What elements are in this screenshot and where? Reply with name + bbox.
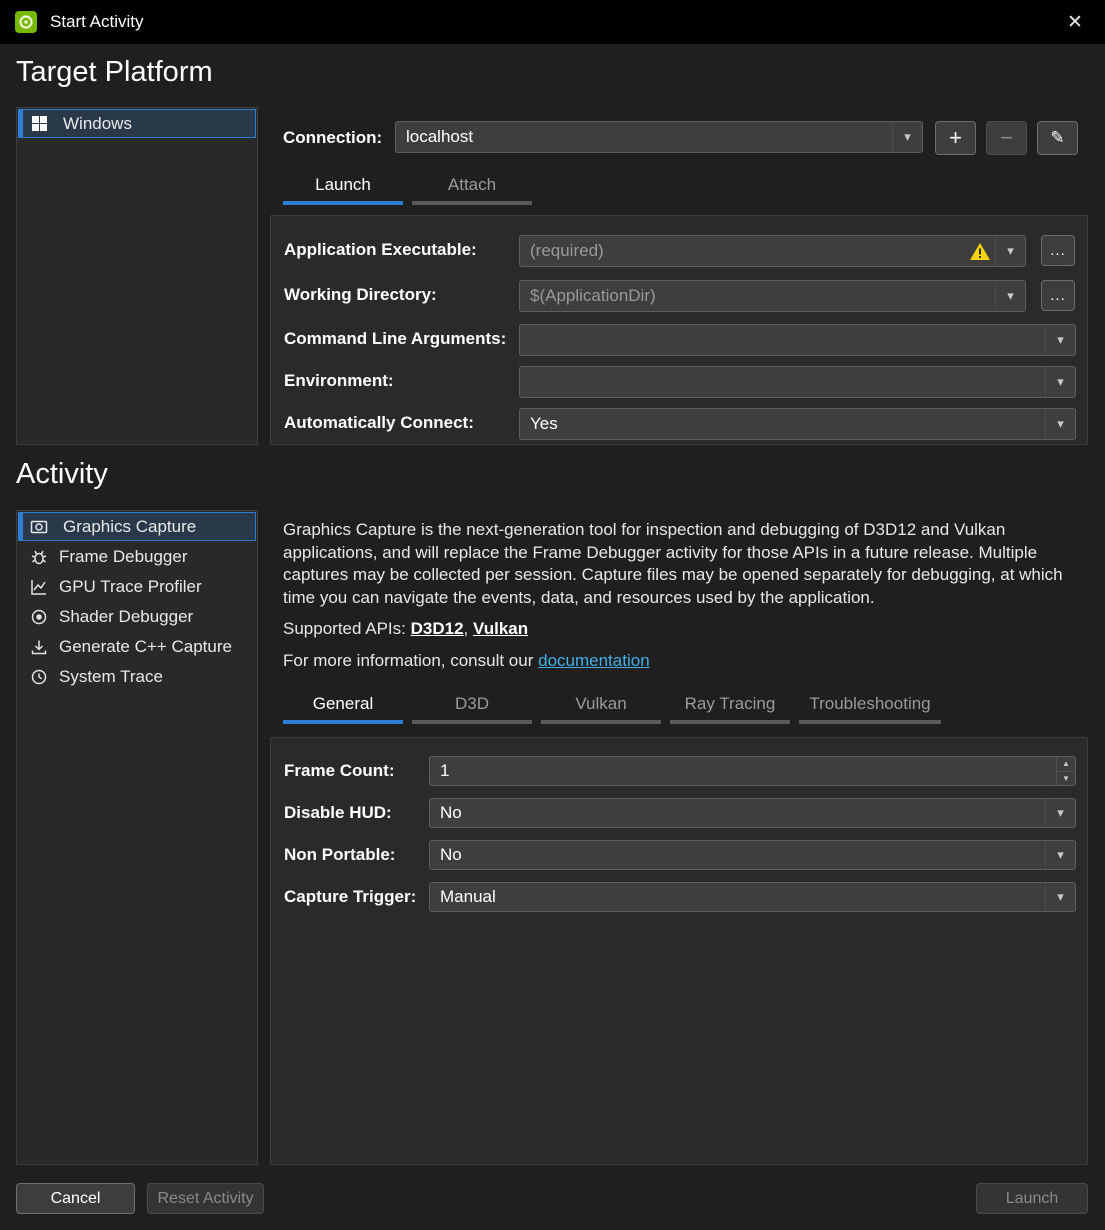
command-line-arguments-label: Command Line Arguments: bbox=[284, 329, 506, 349]
clock-icon bbox=[29, 667, 49, 687]
working-directory-label: Working Directory: bbox=[284, 285, 437, 305]
chevron-down-icon[interactable]: ▾ bbox=[1045, 799, 1075, 827]
tab-general[interactable]: General bbox=[283, 691, 403, 724]
target-icon bbox=[29, 607, 49, 627]
chevron-down-icon[interactable]: ▾ bbox=[1045, 409, 1075, 439]
frame-count-label: Frame Count: bbox=[284, 761, 395, 781]
activity-item-shader-debugger[interactable]: Shader Debugger bbox=[18, 602, 256, 631]
non-portable-label: Non Portable: bbox=[284, 845, 395, 865]
windows-icon bbox=[29, 114, 49, 134]
application-executable-input[interactable]: (required) ▾ bbox=[519, 235, 1026, 267]
automatically-connect-dropdown[interactable]: Yes ▾ bbox=[519, 408, 1076, 440]
vulkan-link[interactable]: Vulkan bbox=[473, 619, 528, 638]
activity-description: Graphics Capture is the next-generation … bbox=[283, 519, 1079, 672]
launch-settings-panel: Application Executable: (required) ▾ ...… bbox=[270, 215, 1088, 445]
close-icon[interactable]: ✕ bbox=[1059, 6, 1091, 38]
tab-vulkan[interactable]: Vulkan bbox=[541, 691, 661, 724]
activity-settings-tabs: General D3D Vulkan Ray Tracing Troublesh… bbox=[283, 691, 941, 724]
capture-trigger-dropdown[interactable]: Manual ▾ bbox=[429, 882, 1076, 912]
supported-apis-line: Supported APIs: D3D12, Vulkan bbox=[283, 618, 1079, 641]
application-executable-label: Application Executable: bbox=[284, 240, 477, 260]
activity-item-frame-debugger[interactable]: Frame Debugger bbox=[18, 542, 256, 571]
window-title: Start Activity bbox=[50, 12, 144, 32]
titlebar: Start Activity ✕ bbox=[0, 0, 1105, 44]
connection-label: Connection: bbox=[283, 128, 382, 148]
working-directory-input[interactable]: $(ApplicationDir) ▾ bbox=[519, 280, 1026, 312]
activity-heading: Activity bbox=[16, 458, 108, 491]
connection-value: localhost bbox=[396, 127, 892, 147]
browse-executable-button[interactable]: ... bbox=[1041, 235, 1075, 266]
remove-connection-button[interactable]: − bbox=[986, 121, 1027, 155]
activity-item-graphics-capture[interactable]: Graphics Capture bbox=[18, 512, 256, 541]
chevron-down-icon[interactable]: ▾ bbox=[1045, 367, 1075, 397]
warning-icon bbox=[969, 242, 991, 261]
platform-label: Windows bbox=[63, 114, 132, 134]
tab-d3d[interactable]: D3D bbox=[412, 691, 532, 724]
documentation-link[interactable]: documentation bbox=[538, 651, 650, 670]
chevron-down-icon[interactable]: ▾ bbox=[1045, 883, 1075, 911]
environment-label: Environment: bbox=[284, 371, 394, 391]
tab-launch[interactable]: Launch bbox=[283, 172, 403, 205]
connection-dropdown[interactable]: localhost ▾ bbox=[395, 121, 923, 153]
platform-item-windows[interactable]: Windows bbox=[18, 109, 256, 138]
connection-mode-tabs: Launch Attach bbox=[283, 172, 532, 205]
browse-working-directory-button[interactable]: ... bbox=[1041, 280, 1075, 311]
capture-icon bbox=[29, 517, 49, 537]
chart-icon bbox=[29, 577, 49, 597]
chevron-down-icon[interactable]: ▾ bbox=[1045, 325, 1075, 355]
non-portable-dropdown[interactable]: No ▾ bbox=[429, 840, 1076, 870]
nvidia-logo-icon bbox=[14, 10, 38, 34]
activity-list: Graphics Capture Frame Debugger GPU Trac… bbox=[16, 510, 258, 1165]
target-platform-heading: Target Platform bbox=[16, 56, 213, 89]
launch-button[interactable]: Launch bbox=[976, 1183, 1088, 1214]
more-info-line: For more information, consult our docume… bbox=[283, 650, 1079, 673]
bug-icon bbox=[29, 547, 49, 567]
tab-troubleshooting[interactable]: Troubleshooting bbox=[799, 691, 941, 724]
environment-input[interactable]: ▾ bbox=[519, 366, 1076, 398]
activity-item-generate-cpp-capture[interactable]: Generate C++ Capture bbox=[18, 632, 256, 661]
disable-hud-dropdown[interactable]: No ▾ bbox=[429, 798, 1076, 828]
spin-down-icon[interactable]: ▼ bbox=[1057, 772, 1075, 786]
chevron-down-icon[interactable]: ▾ bbox=[892, 122, 922, 152]
chevron-down-icon[interactable]: ▾ bbox=[995, 236, 1025, 266]
automatically-connect-label: Automatically Connect: bbox=[284, 413, 474, 433]
description-paragraph: Graphics Capture is the next-generation … bbox=[283, 519, 1079, 609]
download-icon bbox=[29, 637, 49, 657]
activity-item-gpu-trace-profiler[interactable]: GPU Trace Profiler bbox=[18, 572, 256, 601]
tab-ray-tracing[interactable]: Ray Tracing bbox=[670, 691, 790, 724]
d3d12-link[interactable]: D3D12 bbox=[411, 619, 464, 638]
disable-hud-label: Disable HUD: bbox=[284, 803, 392, 823]
frame-count-stepper[interactable]: 1 ▲ ▼ bbox=[429, 756, 1076, 786]
activity-item-system-trace[interactable]: System Trace bbox=[18, 662, 256, 691]
command-line-arguments-input[interactable]: ▾ bbox=[519, 324, 1076, 356]
capture-trigger-label: Capture Trigger: bbox=[284, 887, 416, 907]
edit-connection-button[interactable]: ✎ bbox=[1037, 121, 1078, 155]
chevron-down-icon[interactable]: ▾ bbox=[1045, 841, 1075, 869]
add-connection-button[interactable]: + bbox=[935, 121, 976, 155]
cancel-button[interactable]: Cancel bbox=[16, 1183, 135, 1214]
tab-attach[interactable]: Attach bbox=[412, 172, 532, 205]
platform-list: Windows bbox=[16, 107, 258, 445]
reset-activity-button[interactable]: Reset Activity bbox=[147, 1183, 264, 1214]
spin-up-icon[interactable]: ▲ bbox=[1057, 757, 1075, 772]
activity-settings-panel: Frame Count: 1 ▲ ▼ Disable HUD: No ▾ Non… bbox=[270, 737, 1088, 1165]
chevron-down-icon[interactable]: ▾ bbox=[995, 281, 1025, 311]
